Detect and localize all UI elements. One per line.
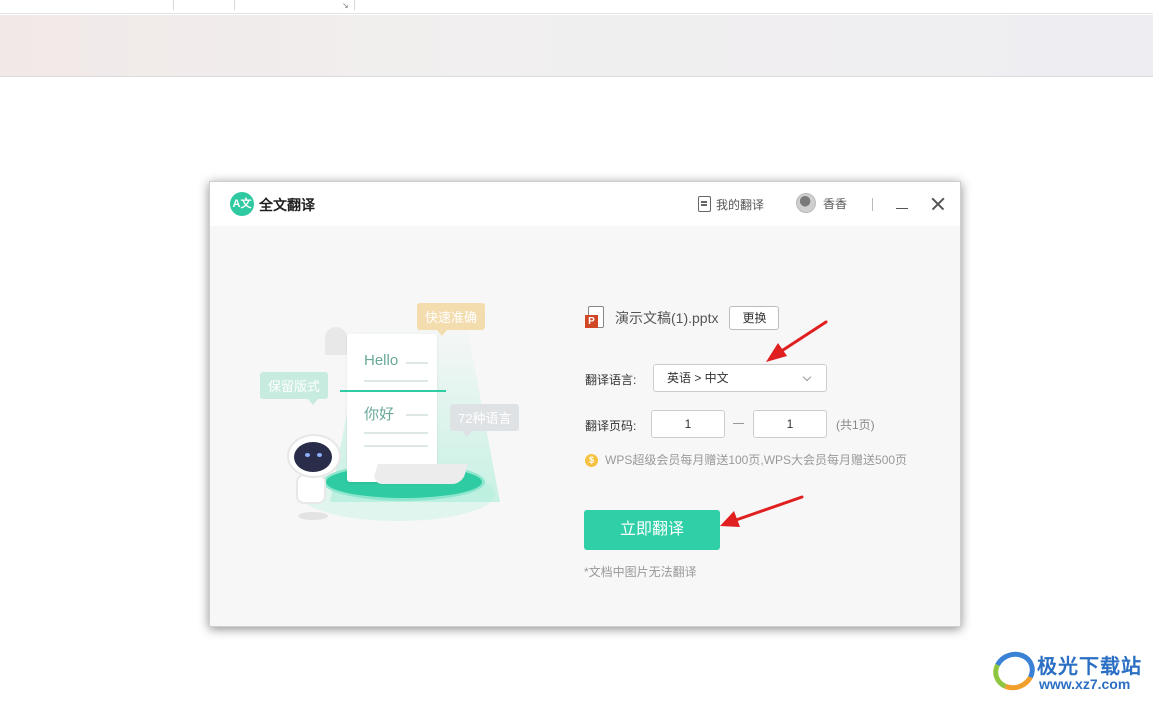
watermark-brand: 极光下载站 <box>1037 656 1142 678</box>
site-watermark: 极光下载站 www.xz7.com <box>987 645 1148 697</box>
arrow-to-translate-button <box>720 495 804 527</box>
watermark-logo-icon <box>987 645 1041 697</box>
annotation-arrows <box>720 320 828 527</box>
watermark-url: www.xz7.com <box>1039 676 1131 692</box>
arrow-to-language-select <box>766 320 828 362</box>
